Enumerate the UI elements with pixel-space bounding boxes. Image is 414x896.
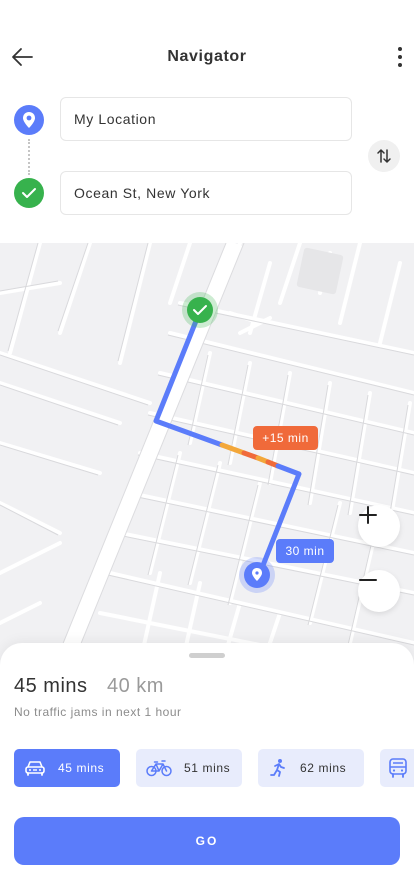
- app-header: Navigator: [0, 0, 414, 100]
- go-button[interactable]: GO: [14, 817, 400, 865]
- bicycle-icon: [146, 759, 172, 777]
- route-connector: [28, 139, 30, 175]
- map-view[interactable]: +15 min 30 min: [0, 243, 414, 673]
- bus-icon: [388, 757, 408, 779]
- mode-walk-label: 62 mins: [300, 761, 347, 775]
- origin-marker: [239, 557, 275, 593]
- mode-bike-label: 51 mins: [184, 761, 231, 775]
- more-vertical-icon: [398, 47, 402, 51]
- destination-input[interactable]: [60, 171, 352, 215]
- sheet-drag-handle[interactable]: [189, 653, 225, 658]
- trip-duration: 45 mins: [14, 675, 88, 697]
- destination-check-icon: [14, 178, 44, 208]
- route-summary-sheet: 45 mins 40 km No traffic jams in next 1 …: [0, 643, 414, 896]
- destination-marker: [182, 292, 218, 328]
- zoom-out-button[interactable]: [358, 570, 400, 612]
- traffic-note: No traffic jams in next 1 hour: [14, 705, 182, 719]
- page-title: Navigator: [167, 48, 247, 65]
- traffic-delay-badge: +15 min: [253, 426, 318, 450]
- mode-bike-button[interactable]: 51 mins: [136, 749, 242, 787]
- check-circle-icon: [22, 188, 36, 198]
- street-map: [0, 243, 414, 673]
- swap-vertical-icon: [377, 149, 391, 163]
- minus-icon: [359, 579, 377, 581]
- zoom-in-button[interactable]: [358, 505, 400, 547]
- transport-modes: 45 mins 51 mins 62 mins: [14, 749, 414, 787]
- origin-input[interactable]: [60, 97, 352, 141]
- origin-pin-icon: [14, 105, 44, 135]
- mode-bus-button[interactable]: [380, 749, 414, 787]
- swap-route-button[interactable]: [368, 140, 400, 172]
- map-park: [296, 247, 344, 295]
- plus-icon: [359, 506, 377, 524]
- walking-icon: [268, 758, 288, 778]
- more-menu-button[interactable]: [388, 42, 412, 72]
- mode-car-button[interactable]: 45 mins: [14, 749, 120, 787]
- car-icon: [24, 759, 46, 777]
- mode-car-label: 45 mins: [58, 761, 105, 775]
- location-pin-icon: [23, 112, 35, 128]
- mode-walk-button[interactable]: 62 mins: [258, 749, 364, 787]
- eta-badge: 30 min: [276, 539, 334, 563]
- trip-distance: 40 km: [107, 675, 164, 697]
